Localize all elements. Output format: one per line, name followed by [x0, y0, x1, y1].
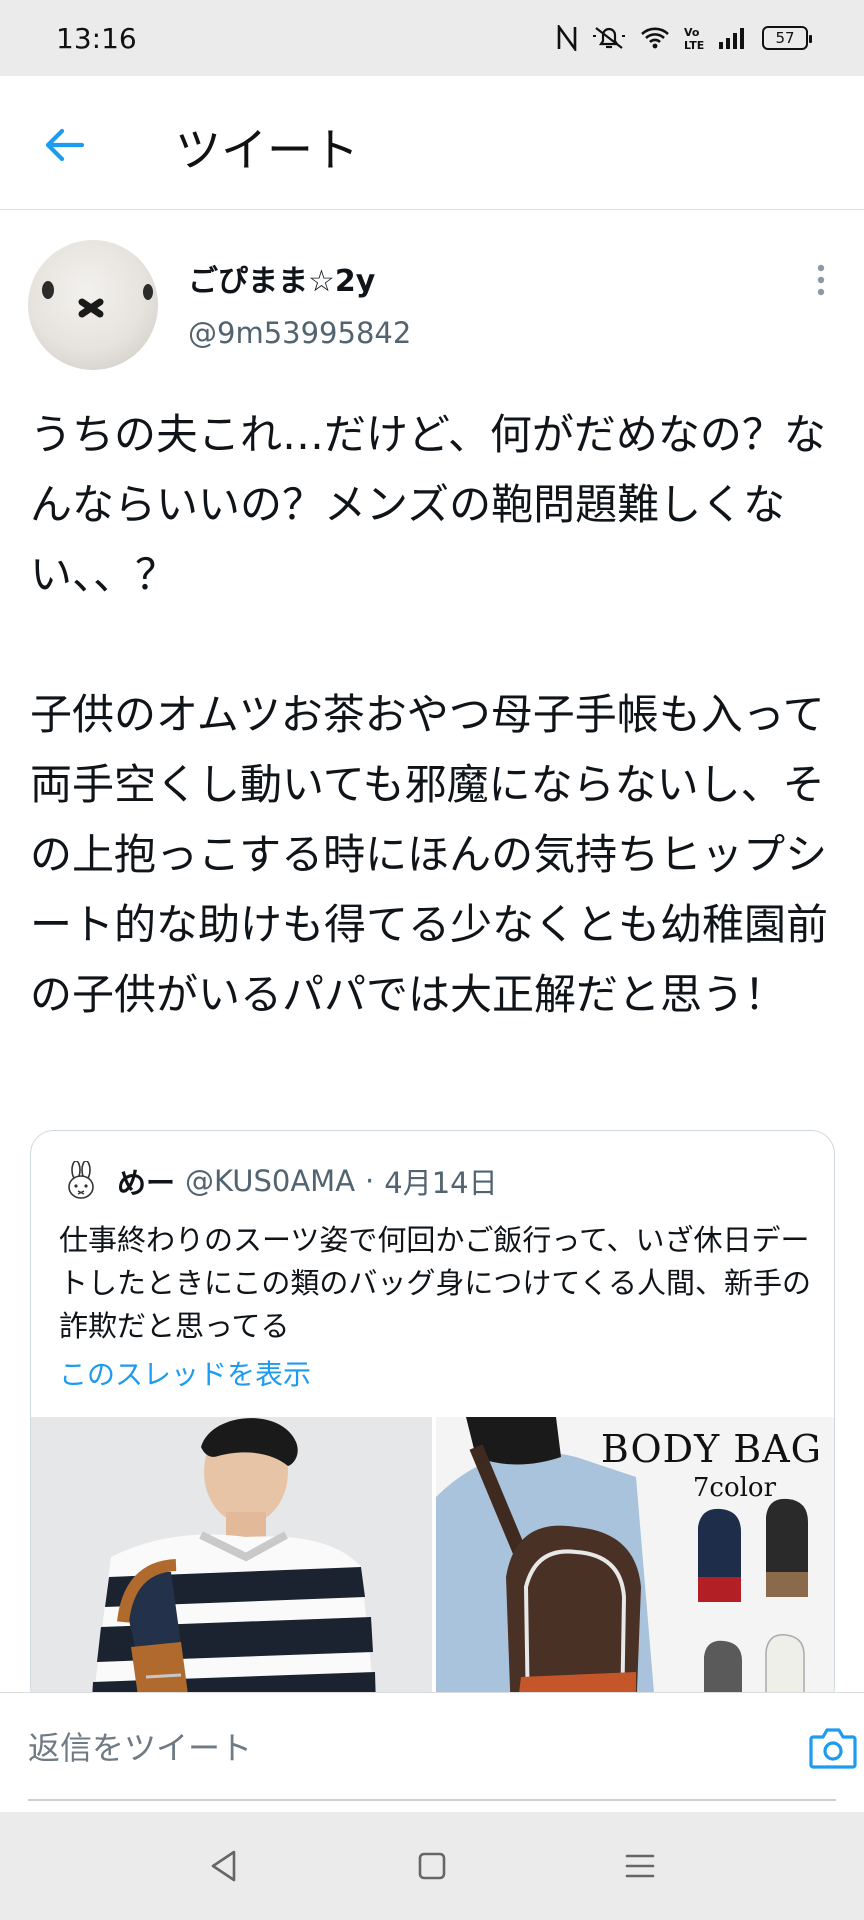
svg-text:Vo: Vo	[684, 26, 700, 39]
camera-button[interactable]	[808, 1725, 858, 1771]
quoted-tweet-card[interactable]: めー @KUS0AMA · 4月14日 仕事終わりのスーツ姿で何回かご飯行って、…	[30, 1130, 835, 1710]
mute-icon	[592, 25, 626, 51]
svg-text:LTE: LTE	[684, 39, 704, 51]
more-options-button[interactable]	[806, 260, 836, 300]
tweet-text: うちの夫これ…だけど、何がだめなの？なんならいいの？メンズの鞄問題難しくない、、…	[30, 410, 829, 1019]
more-vertical-icon	[817, 264, 825, 296]
status-bar: 13:16 Vo LTE 57	[0, 0, 864, 76]
nfc-icon	[556, 25, 578, 51]
arrow-left-icon	[45, 128, 85, 162]
back-button[interactable]	[40, 120, 90, 170]
battery-icon: 57	[762, 26, 812, 50]
reply-bar: 返信をツイート	[0, 1692, 864, 1812]
quote-avatar	[61, 1160, 101, 1201]
man-with-body-bag-image	[31, 1417, 431, 1709]
reply-input[interactable]: 返信をツイート	[28, 1693, 836, 1801]
quote-separator: ·	[365, 1164, 375, 1198]
author-display-name[interactable]: ごぴまま☆2y	[188, 256, 375, 300]
status-time: 13:16	[56, 21, 137, 55]
product-subtitle: 7color	[692, 1473, 776, 1503]
volte-icon: Vo LTE	[684, 25, 704, 51]
page-title: ツイート	[175, 123, 359, 177]
app-header: ツイート	[0, 76, 864, 210]
menu-lines-icon	[625, 1854, 655, 1878]
square-home-icon	[418, 1852, 446, 1880]
avatar[interactable]	[28, 240, 158, 370]
quote-image-2[interactable]: BODY BAG 7color	[435, 1417, 834, 1709]
status-icons: Vo LTE 57	[556, 25, 812, 51]
quote-text: 仕事終わりのスーツ姿で何回かご飯行って、いざ休日デートしたときにこの類のバッグ身…	[59, 1223, 811, 1343]
quote-image-1[interactable]	[31, 1417, 432, 1709]
triangle-back-icon	[211, 1850, 236, 1882]
show-thread-link[interactable]: このスレッドを表示	[59, 1353, 311, 1393]
quoted-tweet-header: めー @KUS0AMA · 4月14日	[61, 1160, 498, 1201]
reply-placeholder: 返信をツイート	[28, 1729, 253, 1767]
quote-display-name: めー	[117, 1166, 176, 1200]
nav-menu-button[interactable]	[620, 1846, 660, 1886]
product-title: BODY BAG	[600, 1427, 822, 1471]
avatar-face-icon	[42, 281, 153, 318]
nav-home-button[interactable]	[412, 1846, 452, 1886]
quote-date: 4月14日	[384, 1166, 498, 1200]
quote-images: BODY BAG 7color	[31, 1417, 834, 1709]
tweet-author: ごぴまま☆2y @9m53995842	[28, 240, 836, 370]
rabbit-icon	[68, 1160, 94, 1199]
camera-icon	[809, 1728, 857, 1769]
nav-back-button[interactable]	[204, 1846, 244, 1886]
quote-handle: @KUS0AMA	[185, 1164, 356, 1198]
signal-icon	[718, 26, 748, 50]
author-handle[interactable]: @9m53995842	[188, 316, 411, 350]
wifi-icon	[640, 26, 670, 50]
system-nav-bar	[0, 1812, 864, 1920]
